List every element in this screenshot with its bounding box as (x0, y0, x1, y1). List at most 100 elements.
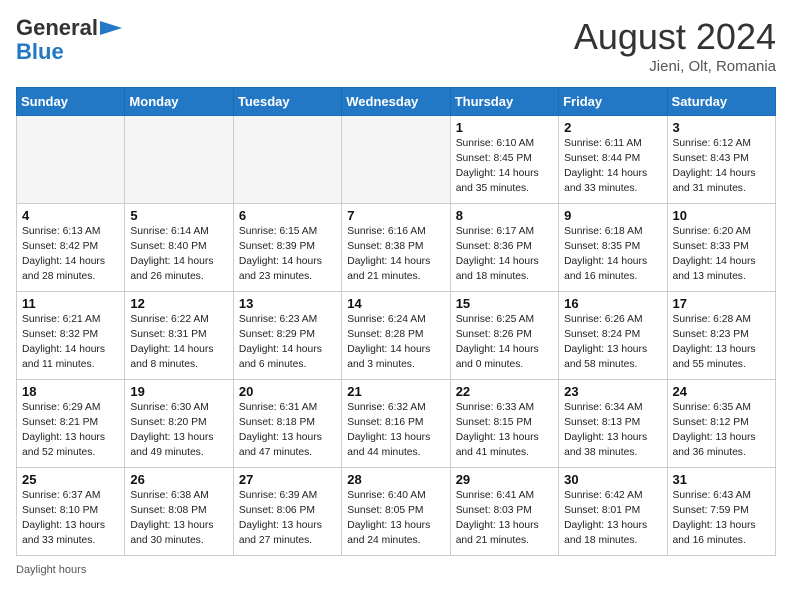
calendar-week-row: 1 Sunrise: 6:10 AMSunset: 8:45 PMDaylight… (17, 116, 776, 204)
month-year-title: August 2024 (574, 16, 776, 58)
day-info: Sunrise: 6:14 AMSunset: 8:40 PMDaylight:… (130, 225, 227, 285)
day-info: Sunrise: 6:22 AMSunset: 8:31 PMDaylight:… (130, 313, 227, 373)
calendar-week-row: 18Sunrise: 6:29 AMSunset: 8:21 PMDayligh… (17, 380, 776, 468)
day-number: 19 (130, 384, 227, 399)
calendar-day-header: Thursday (450, 88, 558, 116)
calendar-cell: 25Sunrise: 6:37 AMSunset: 8:10 PMDayligh… (17, 468, 125, 556)
day-number: 15 (456, 296, 553, 311)
calendar-cell: 17 Sunrise: 6:28 AMSunset: 8:23 PMDayligh… (667, 292, 775, 380)
calendar-cell: 22 Sunrise: 6:33 AMSunset: 8:15 PMDayligh… (450, 380, 558, 468)
day-info: Sunrise: 6:24 AMSunset: 8:28 PMDaylight:… (347, 313, 444, 373)
day-info: Sunrise: 6:29 AMSunset: 8:21 PMDaylight:… (22, 401, 119, 461)
logo-arrow-icon (100, 21, 122, 35)
day-info: Sunrise: 6:26 AMSunset: 8:24 PMDaylight:… (564, 313, 661, 373)
day-number: 3 (673, 120, 770, 135)
day-number: 2 (564, 120, 661, 135)
day-info: Sunrise: 6:39 AMSunset: 8:06 PMDaylight:… (239, 489, 336, 549)
day-info: Sunrise: 6:12 AMSunset: 8:43 PMDaylight:… (673, 137, 770, 197)
day-number: 25 (22, 472, 119, 487)
calendar-day-header: Sunday (17, 88, 125, 116)
calendar-cell: 21 Sunrise: 6:32 AMSunset: 8:16 PMDayligh… (342, 380, 450, 468)
calendar-cell: 8 Sunrise: 6:17 AMSunset: 8:36 PMDaylight… (450, 204, 558, 292)
calendar-week-row: 11 Sunrise: 6:21 AMSunset: 8:32 PMDayligh… (17, 292, 776, 380)
calendar-day-header: Friday (559, 88, 667, 116)
day-info: Sunrise: 6:28 AMSunset: 8:23 PMDaylight:… (673, 313, 770, 373)
day-number: 4 (22, 208, 119, 223)
calendar-cell: 18Sunrise: 6:29 AMSunset: 8:21 PMDayligh… (17, 380, 125, 468)
day-info: Sunrise: 6:11 AMSunset: 8:44 PMDaylight:… (564, 137, 661, 197)
calendar-cell: 19 Sunrise: 6:30 AMSunset: 8:20 PMDayligh… (125, 380, 233, 468)
day-number: 16 (564, 296, 661, 311)
day-info: Sunrise: 6:17 AMSunset: 8:36 PMDaylight:… (456, 225, 553, 285)
day-info: Sunrise: 6:18 AMSunset: 8:35 PMDaylight:… (564, 225, 661, 285)
calendar-cell: 28Sunrise: 6:40 AMSunset: 8:05 PMDayligh… (342, 468, 450, 556)
day-number: 5 (130, 208, 227, 223)
calendar-cell: 30Sunrise: 6:42 AMSunset: 8:01 PMDayligh… (559, 468, 667, 556)
day-info: Sunrise: 6:23 AMSunset: 8:29 PMDaylight:… (239, 313, 336, 373)
day-info: Sunrise: 6:20 AMSunset: 8:33 PMDaylight:… (673, 225, 770, 285)
calendar-cell: 5 Sunrise: 6:14 AMSunset: 8:40 PMDaylight… (125, 204, 233, 292)
day-number: 30 (564, 472, 661, 487)
day-number: 22 (456, 384, 553, 399)
day-info: Sunrise: 6:21 AMSunset: 8:32 PMDaylight:… (22, 313, 119, 373)
day-number: 20 (239, 384, 336, 399)
calendar-cell: 26 Sunrise: 6:38 AMSunset: 8:08 PMDayligh… (125, 468, 233, 556)
day-number: 10 (673, 208, 770, 223)
day-number: 13 (239, 296, 336, 311)
calendar-cell (17, 116, 125, 204)
day-info: Sunrise: 6:25 AMSunset: 8:26 PMDaylight:… (456, 313, 553, 373)
calendar-cell: 15 Sunrise: 6:25 AMSunset: 8:26 PMDayligh… (450, 292, 558, 380)
calendar-cell: 3 Sunrise: 6:12 AMSunset: 8:43 PMDaylight… (667, 116, 775, 204)
day-number: 14 (347, 296, 444, 311)
calendar-cell: 20 Sunrise: 6:31 AMSunset: 8:18 PMDayligh… (233, 380, 341, 468)
day-info: Sunrise: 6:31 AMSunset: 8:18 PMDaylight:… (239, 401, 336, 461)
calendar-cell: 4Sunrise: 6:13 AMSunset: 8:42 PMDaylight… (17, 204, 125, 292)
calendar-cell: 7 Sunrise: 6:16 AMSunset: 8:38 PMDaylight… (342, 204, 450, 292)
day-number: 6 (239, 208, 336, 223)
title-block: August 2024 Jieni, Olt, Romania (574, 16, 776, 75)
calendar-cell: 23 Sunrise: 6:34 AMSunset: 8:13 PMDayligh… (559, 380, 667, 468)
calendar-week-row: 25Sunrise: 6:37 AMSunset: 8:10 PMDayligh… (17, 468, 776, 556)
calendar-cell (342, 116, 450, 204)
calendar-cell: 14 Sunrise: 6:24 AMSunset: 8:28 PMDayligh… (342, 292, 450, 380)
day-number: 28 (347, 472, 444, 487)
calendar-cell: 2 Sunrise: 6:11 AMSunset: 8:44 PMDaylight… (559, 116, 667, 204)
logo: General Blue (16, 16, 122, 64)
page-header: General Blue August 2024 Jieni, Olt, Rom… (16, 16, 776, 75)
day-number: 21 (347, 384, 444, 399)
day-number: 17 (673, 296, 770, 311)
day-number: 7 (347, 208, 444, 223)
day-number: 1 (456, 120, 553, 135)
calendar-cell: 13 Sunrise: 6:23 AMSunset: 8:29 PMDayligh… (233, 292, 341, 380)
calendar-cell: 12Sunrise: 6:22 AMSunset: 8:31 PMDayligh… (125, 292, 233, 380)
calendar-cell: 24Sunrise: 6:35 AMSunset: 8:12 PMDayligh… (667, 380, 775, 468)
day-number: 29 (456, 472, 553, 487)
calendar-cell: 11 Sunrise: 6:21 AMSunset: 8:32 PMDayligh… (17, 292, 125, 380)
day-info: Sunrise: 6:32 AMSunset: 8:16 PMDaylight:… (347, 401, 444, 461)
day-info: Sunrise: 6:34 AMSunset: 8:13 PMDaylight:… (564, 401, 661, 461)
calendar-cell: 10 Sunrise: 6:20 AMSunset: 8:33 PMDayligh… (667, 204, 775, 292)
logo-text: General (16, 16, 98, 40)
calendar-cell: 29Sunrise: 6:41 AMSunset: 8:03 PMDayligh… (450, 468, 558, 556)
day-number: 23 (564, 384, 661, 399)
calendar-table: SundayMondayTuesdayWednesdayThursdayFrid… (16, 87, 776, 556)
footer-text: Daylight hours (16, 564, 86, 576)
calendar-cell: 16 Sunrise: 6:26 AMSunset: 8:24 PMDayligh… (559, 292, 667, 380)
day-info: Sunrise: 6:10 AMSunset: 8:45 PMDaylight:… (456, 137, 553, 197)
day-number: 26 (130, 472, 227, 487)
day-info: Sunrise: 6:35 AMSunset: 8:12 PMDaylight:… (673, 401, 770, 461)
calendar-cell: 1 Sunrise: 6:10 AMSunset: 8:45 PMDaylight… (450, 116, 558, 204)
calendar-header-row: SundayMondayTuesdayWednesdayThursdayFrid… (17, 88, 776, 116)
day-info: Sunrise: 6:33 AMSunset: 8:15 PMDaylight:… (456, 401, 553, 461)
calendar-cell: 27Sunrise: 6:39 AMSunset: 8:06 PMDayligh… (233, 468, 341, 556)
calendar-cell: 9 Sunrise: 6:18 AMSunset: 8:35 PMDaylight… (559, 204, 667, 292)
calendar-day-header: Saturday (667, 88, 775, 116)
day-number: 9 (564, 208, 661, 223)
calendar-cell: 31Sunrise: 6:43 AMSunset: 7:59 PMDayligh… (667, 468, 775, 556)
day-number: 8 (456, 208, 553, 223)
day-info: Sunrise: 6:16 AMSunset: 8:38 PMDaylight:… (347, 225, 444, 285)
day-number: 11 (22, 296, 119, 311)
day-info: Sunrise: 6:43 AMSunset: 7:59 PMDaylight:… (673, 489, 770, 549)
day-info: Sunrise: 6:30 AMSunset: 8:20 PMDaylight:… (130, 401, 227, 461)
day-info: Sunrise: 6:38 AMSunset: 8:08 PMDaylight:… (130, 489, 227, 549)
